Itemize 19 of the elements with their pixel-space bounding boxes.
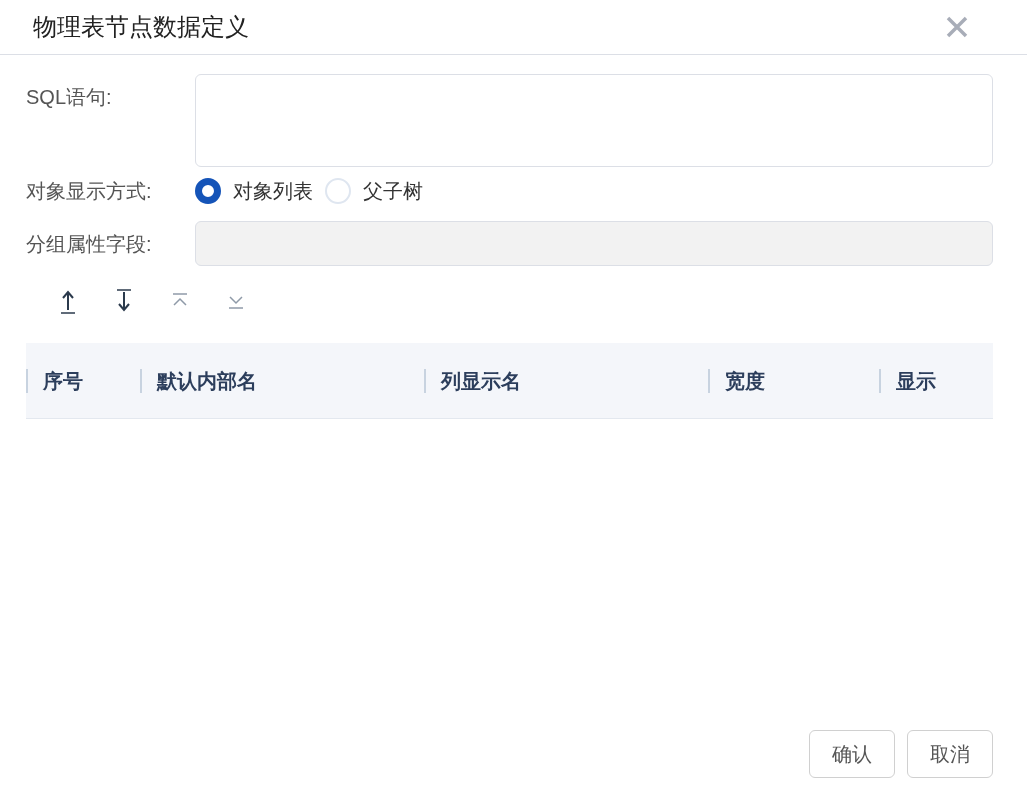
sql-label: SQL语句: [26, 85, 113, 110]
column-header: 序号 [43, 368, 83, 394]
column-header: 列显示名 [441, 368, 521, 394]
column-header: 显示 [896, 368, 936, 394]
dialog-button[interactable]: 确认 [809, 730, 895, 778]
column-header: 宽度 [725, 368, 765, 394]
close-icon [945, 15, 969, 39]
column-header: 默认内部名 [157, 368, 257, 394]
display-mode-radio[interactable]: 父子树 [325, 176, 423, 206]
group-field-label: 分组属性字段: [26, 231, 153, 257]
toolbar-button[interactable] [115, 288, 133, 314]
toolbar-button[interactable] [59, 288, 77, 314]
display-mode-label: 对象显示方式: [26, 179, 153, 204]
dialog-button[interactable]: 取消 [907, 730, 993, 778]
display-mode-radio[interactable]: 对象列表 [195, 176, 313, 206]
sql-input-field[interactable] [195, 74, 993, 167]
move-to-bottom-icon [115, 288, 133, 314]
dialog-title: 物理表节点数据定义 [33, 12, 249, 42]
move-to-top-icon [59, 288, 77, 314]
